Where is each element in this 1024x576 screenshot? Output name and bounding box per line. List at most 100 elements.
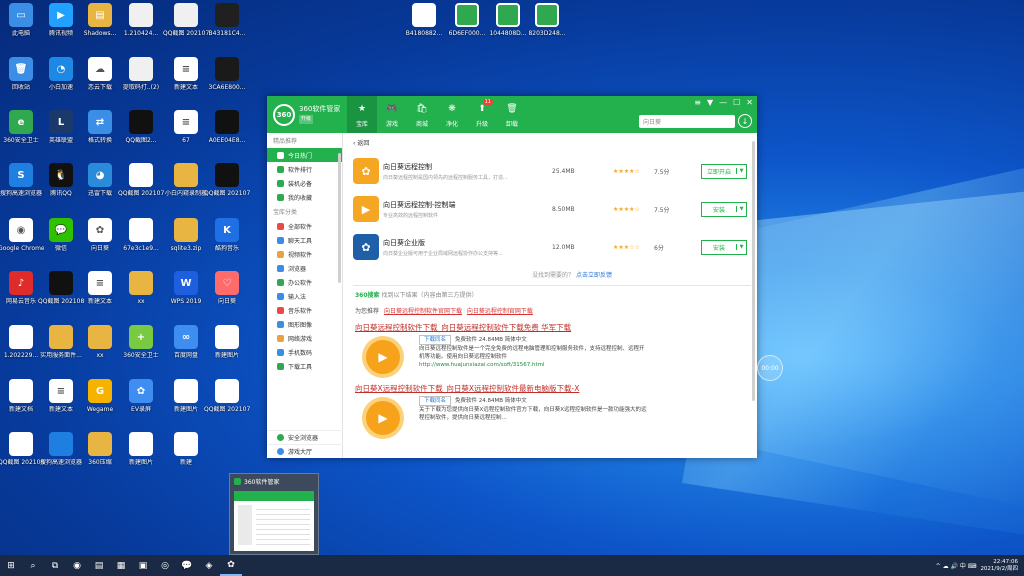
skin-icon[interactable]: ▼ [707, 98, 713, 107]
desktop-icon[interactable]: 新建图片 [165, 379, 207, 425]
recommend-link-1[interactable]: 向日葵远程控制软件官网下载 [384, 308, 462, 315]
desktop-icon[interactable]: 小白内窥录制器 [165, 163, 207, 209]
sidebar-category[interactable]: 输入法 [267, 289, 342, 303]
clock[interactable]: 22:47:06 2021/9/2/周四 [980, 559, 1018, 573]
minimize-icon[interactable]: — [719, 98, 727, 107]
tab-1[interactable]: 🎮 游戏 [377, 96, 407, 133]
desktop-icon[interactable]: 新建图片 [120, 432, 162, 478]
desktop-file-icon[interactable]: 1044808D... [487, 3, 529, 49]
sidebar-category[interactable]: 全部软件 [267, 219, 342, 233]
tab-2[interactable]: 🛍 商城 [407, 96, 437, 133]
start-icon[interactable]: ⊞ [0, 555, 22, 576]
sidebar-bottom-link[interactable]: 游戏大厅 [267, 444, 343, 458]
desktop-icon[interactable]: QQ截图 202107201... [204, 163, 250, 209]
desktop-icon[interactable]: L 英雄联盟 [40, 110, 82, 156]
desktop-icon[interactable]: ≡ 新建文本 [40, 379, 82, 425]
app-icon[interactable]: ▦ [110, 555, 132, 576]
desktop-icon[interactable]: ▤ Shadows... [79, 3, 121, 49]
app-action-button[interactable]: 立即开启 ▼ [701, 163, 747, 179]
desktop-icon[interactable]: xx [120, 271, 162, 317]
desktop-file-icon[interactable]: 8203D248... [526, 3, 568, 49]
desktop-icon[interactable]: 搜狗高速浏览器 [40, 432, 82, 478]
desktop-icon[interactable]: 1.210424... [120, 3, 162, 49]
desktop-icon[interactable]: ✿ EV录屏 [120, 379, 162, 425]
task-view-icon[interactable]: ⧉ [44, 555, 66, 576]
maximize-icon[interactable]: ☐ [733, 98, 740, 107]
desktop-icon[interactable]: ≡ 67 [165, 110, 207, 156]
desktop-icon[interactable]: ☁ 恋云下载 [79, 57, 121, 103]
app-icon[interactable]: ◈ [198, 555, 220, 576]
desktop-icon[interactable]: S 搜狗高速浏览器 [0, 163, 42, 209]
tab-4[interactable]: ⬆ 升级 11 [467, 96, 497, 133]
desktop-icon[interactable]: sqlite3.zip [165, 218, 207, 264]
sidebar-category[interactable]: 网络游戏 [267, 331, 342, 345]
desktop-icon[interactable]: B43181C4... [206, 3, 248, 49]
sidebar-item[interactable]: 今日热门 [267, 148, 342, 162]
desktop-icon[interactable]: 新建文档 [0, 379, 42, 425]
feedback-link[interactable]: 点击立即反馈 [576, 272, 612, 279]
sidebar-item[interactable]: 软件排行 [267, 162, 342, 176]
desktop-icon[interactable]: 新建图片 [206, 325, 248, 371]
desktop-icon[interactable]: 提取码打..(2) [120, 57, 162, 103]
chevron-down-icon[interactable]: ▼ [736, 168, 746, 174]
file-explorer-icon[interactable]: ▤ [88, 555, 110, 576]
desktop-icon[interactable]: QQ截图 202108200... [0, 432, 44, 478]
desktop-icon[interactable]: QQ截图 202107201... [118, 163, 164, 209]
taskbar-preview[interactable]: 360软件管家 [229, 473, 319, 555]
app-row[interactable]: ✿ 向日葵企业版 向日葵企业版可用于企业局域网远程协作办公支持等... 12.0MB ★… [347, 228, 757, 266]
desktop-icon[interactable]: e 360安全卫士 [0, 110, 42, 156]
sidebar-category[interactable]: 手机数码 [267, 345, 342, 359]
desktop-icon[interactable]: xx [79, 325, 121, 371]
result-title-link[interactable]: 向日葵X远程控制软件下载_向日葵X远程控制软件最新电脑版下载-X [347, 379, 757, 396]
tab-3[interactable]: ❋ 净化 [437, 96, 467, 133]
desktop-icon[interactable]: 实用服务面件... [40, 325, 82, 371]
desktop-icon[interactable]: QQ截图 202108200... [38, 271, 84, 317]
desktop-icon[interactable]: ≡ 新建文本 [165, 57, 207, 103]
sidebar-category[interactable]: 浏览器 [267, 261, 342, 275]
desktop-icon[interactable]: ✿ 向日葵 [79, 218, 121, 264]
download-manager-icon[interactable]: ↓ [738, 114, 752, 128]
app-icon[interactable]: ▣ [132, 555, 154, 576]
sidebar-bottom-link[interactable]: 安全浏览器 [267, 430, 343, 444]
desktop-icon[interactable]: K 酷狗音乐 [206, 218, 248, 264]
back-link[interactable]: ‹ 返回 [347, 133, 757, 152]
desktop-icon[interactable]: 新建 [165, 432, 207, 478]
search-input[interactable]: 向日葵 [639, 115, 735, 128]
preview-thumbnail[interactable] [234, 491, 314, 551]
desktop-icon[interactable]: 🗑 回收站 [0, 57, 42, 103]
desktop-icon[interactable]: ≡ 新建文本 [79, 271, 121, 317]
desktop-icon[interactable]: ⇄ 格式转换 [79, 110, 121, 156]
result-title-link[interactable]: 向日葵远程控制软件下载_向日葵远程控制软件下载免费 华军下载 [347, 318, 757, 335]
desktop-icon[interactable]: 💬 微信 [40, 218, 82, 264]
wechat-icon[interactable]: 💬 [176, 555, 198, 576]
menu-icon[interactable]: ≡ [694, 98, 701, 107]
sidebar-item[interactable]: 装机必备 [267, 176, 342, 190]
desktop-icon[interactable]: ♪ 网易云音乐 [0, 271, 42, 317]
main-scrollbar[interactable] [752, 141, 755, 401]
desktop-file-icon[interactable]: 6D6EF000... [446, 3, 488, 49]
desktop-icon[interactable]: ♡ 向日葵 [206, 271, 248, 317]
app-action-button[interactable]: 安装 ▼ [701, 201, 747, 217]
edge-icon[interactable]: ◉ [66, 555, 88, 576]
desktop-icon[interactable]: ◕ 迅雷下载 [79, 163, 121, 209]
desktop-icon[interactable]: A0EE04E8... [206, 110, 248, 156]
sidebar-item[interactable]: 我的收藏 [267, 190, 342, 204]
desktop-icon[interactable]: G Wegame [79, 379, 121, 425]
app-row[interactable]: ✿ 向日葵远程控制 向日葵远程控制是国内领先的远程控制服务工具，打造... 25.4M… [347, 152, 757, 190]
chrome-icon[interactable]: ◎ [154, 555, 176, 576]
desktop-file-icon[interactable]: B4180882... [403, 3, 445, 49]
desktop-icon[interactable]: W WPS 2019 [165, 271, 207, 317]
tray-icons[interactable]: ^ ☁ 🔊 中 ⌨ [936, 561, 977, 570]
recommend-link-2[interactable]: 向日葵远程控制官网下载 [467, 308, 533, 315]
desktop-icon[interactable]: ▶ 腾讯视频 [40, 3, 82, 49]
tab-5[interactable]: 🗑 卸载 [497, 96, 527, 133]
sidebar-category[interactable]: 图形图像 [267, 317, 342, 331]
desktop-icon[interactable]: 67e3c1e9... [120, 218, 162, 264]
close-icon[interactable]: ✕ [746, 98, 753, 107]
desktop-icon[interactable]: 1.202229... [0, 325, 42, 371]
desktop-icon[interactable]: +360安全卫士 [120, 325, 162, 371]
sidebar-category[interactable]: 下载工具 [267, 359, 342, 373]
desktop-icon[interactable]: QQ截图 202107200... [163, 3, 209, 49]
desktop-icon[interactable]: 🐧 腾讯QQ [40, 163, 82, 209]
desktop-icon[interactable]: QQ截图2... [120, 110, 162, 156]
